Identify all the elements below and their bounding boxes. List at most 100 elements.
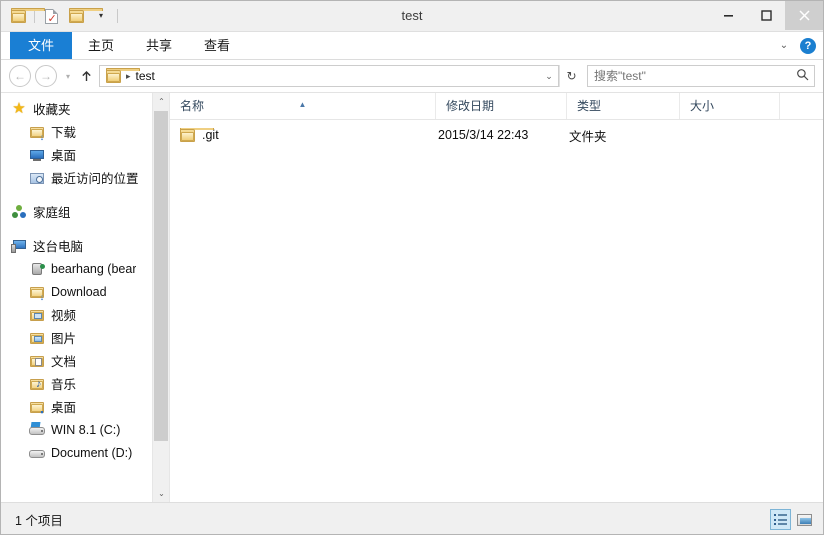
column-header-name[interactable]: 名称 ▲ [170, 93, 436, 119]
sidebar-item-label: 文档 [51, 355, 77, 369]
star-icon: ★ [12, 99, 26, 117]
column-header-date-modified[interactable]: 修改日期 [436, 93, 567, 119]
tab-view[interactable]: 查看 [188, 32, 246, 59]
sidebar-item-bearhang[interactable]: bearhang (bear [1, 257, 151, 280]
search-icon[interactable] [790, 68, 814, 84]
column-header-size[interactable]: 大小 [680, 93, 780, 119]
expand-ribbon-chevron-down-icon[interactable]: ⌄ [776, 40, 792, 51]
sidebar-group-spacer [1, 189, 151, 200]
sidebar-group-spacer [1, 223, 151, 234]
column-header-label: 名称 [180, 99, 205, 113]
sidebar-item-label: 下载 [51, 126, 77, 140]
sidebar-item-label: 这台电脑 [33, 240, 84, 254]
user-icon [29, 261, 45, 277]
sidebar-item-downloads[interactable]: ↓ 下载 [1, 120, 151, 143]
scroll-down-button[interactable]: ⌄ [153, 485, 169, 502]
breadcrumb-separator-icon: ▸ [126, 70, 131, 81]
address-bar: ← → ▾ ▸ test ⌄ ↻ [1, 60, 823, 92]
minimize-button[interactable] [709, 1, 747, 30]
address-path-box[interactable]: ▸ test ⌄ [99, 65, 559, 87]
minimize-icon [723, 15, 733, 17]
column-header-label: 大小 [690, 99, 715, 113]
file-type-cell: 文件夹 [569, 129, 607, 144]
sidebar-item-label: 家庭组 [33, 206, 71, 220]
details-view-button[interactable] [770, 509, 791, 530]
close-icon [798, 10, 810, 21]
music-folder-icon: ♪ [29, 376, 45, 392]
documents-folder-icon [29, 353, 45, 369]
sidebar-item-desktop-fav[interactable]: 桌面 [1, 143, 151, 166]
column-header-label: 类型 [577, 99, 602, 113]
large-icons-view-icon [797, 513, 812, 526]
this-pc-icon [11, 238, 27, 254]
table-row[interactable]: .git 2015/3/14 22:43 文件夹 [170, 124, 823, 146]
navigation-pane-scrollbar[interactable]: ⌃ ⌄ [152, 93, 169, 502]
sidebar-item-label: WIN 8.1 (C:) [51, 422, 121, 437]
ribbon-right-controls: ⌄ ? [776, 32, 816, 59]
sidebar-item-pictures[interactable]: 图片 [1, 326, 151, 349]
sidebar-item-download[interactable]: ↓ Download [1, 280, 151, 303]
tab-share[interactable]: 共享 [130, 32, 188, 59]
recent-locations-button[interactable]: ▾ [61, 72, 75, 81]
sidebar-item-this-pc[interactable]: 这台电脑 [1, 234, 151, 257]
sidebar-item-label: 桌面 [51, 401, 77, 415]
sidebar-item-drive-d[interactable]: Document (D:) [1, 441, 151, 464]
file-date-cell: 2015/3/14 22:43 [438, 128, 529, 142]
window-title: test [401, 8, 423, 23]
sidebar-item-label: Document (D:) [51, 445, 133, 460]
explorer-body: ★ 收藏夹 ↓ 下载 桌面 最近访问的位置 家庭组 这台电脑 bearhang … [1, 92, 823, 502]
sidebar-item-recent-places[interactable]: 最近访问的位置 [1, 166, 151, 189]
back-button[interactable]: ← [9, 65, 31, 87]
breadcrumb: ▸ test [104, 66, 540, 86]
close-button[interactable] [785, 1, 823, 30]
folder-icon [106, 67, 140, 83]
ribbon-tab-bar: 文件 主页 共享 查看 ⌄ ? [1, 32, 823, 60]
sidebar-item-videos[interactable]: 视频 [1, 303, 151, 326]
tab-home[interactable]: 主页 [72, 32, 130, 59]
column-header-label: 修改日期 [446, 99, 495, 113]
search-box[interactable] [587, 65, 815, 87]
sidebar-item-label: 音乐 [51, 378, 77, 392]
sidebar-item-desktop-pc[interactable]: ▪ 桌面 [1, 395, 151, 418]
sidebar-item-favorites[interactable]: ★ 收藏夹 [1, 97, 151, 120]
view-mode-buttons [770, 509, 815, 530]
sidebar-item-music[interactable]: ♪ 音乐 [1, 372, 151, 395]
search-input[interactable] [588, 68, 790, 84]
file-list: .git 2015/3/14 22:43 文件夹 [170, 120, 823, 146]
help-icon[interactable]: ? [800, 37, 816, 54]
column-header-type[interactable]: 类型 [567, 93, 680, 119]
up-button[interactable] [75, 65, 97, 87]
sidebar-item-label: 视频 [51, 309, 77, 323]
column-header-filler [780, 93, 823, 119]
file-name-cell: .git [170, 128, 436, 142]
sidebar-item-label: 最近访问的位置 [51, 172, 139, 186]
file-explorer-window: ✓ ▾ test 文件 主页 共享 查看 ⌄ ? ← → ▾ ▸ test ⌄ … [0, 0, 824, 535]
sidebar-item-documents[interactable]: 文档 [1, 349, 151, 372]
sidebar-item-homegroup[interactable]: 家庭组 [1, 200, 151, 223]
sort-ascending-icon: ▲ [298, 100, 307, 109]
sidebar-item-label: 收藏夹 [33, 103, 71, 117]
column-header-row: 名称 ▲ 修改日期 类型 大小 [170, 93, 823, 120]
videos-folder-icon [29, 307, 45, 323]
refresh-button[interactable]: ↻ [559, 65, 583, 87]
address-dropdown-chevron-down-icon[interactable]: ⌄ [540, 71, 558, 82]
ribbon-tabs: 文件 主页 共享 查看 [10, 32, 246, 59]
homegroup-icon [11, 204, 27, 220]
maximize-button[interactable] [747, 1, 785, 30]
drive-icon [29, 445, 45, 461]
window-controls [709, 1, 823, 31]
scrollbar-thumb[interactable] [154, 111, 168, 441]
breadcrumb-segment-test[interactable]: test [136, 69, 155, 83]
forward-button[interactable]: → [35, 65, 57, 87]
file-list-pane: 名称 ▲ 修改日期 类型 大小 .git 2015/3/14 22:43 文件夹 [169, 93, 823, 502]
windows-drive-icon [29, 421, 45, 438]
up-arrow-icon [81, 70, 91, 81]
scroll-up-button[interactable]: ⌃ [153, 93, 169, 110]
large-icons-view-button[interactable] [794, 509, 815, 530]
refresh-icon: ↻ [566, 69, 577, 83]
item-count-label: 1 个项目 [15, 514, 63, 528]
sidebar-item-drive-c[interactable]: WIN 8.1 (C:) [1, 418, 151, 441]
folder-icon [180, 128, 214, 142]
tab-file[interactable]: 文件 [10, 32, 73, 59]
back-arrow-icon: ← [14, 69, 26, 83]
